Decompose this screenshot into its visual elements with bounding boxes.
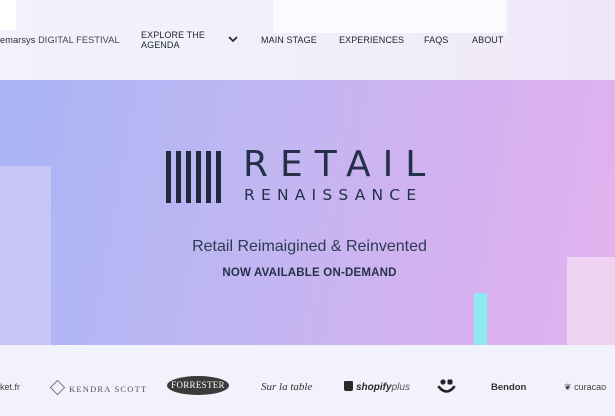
site-header: emarsys DIGITAL FESTIVAL EXPLORE THE AGE… <box>0 0 615 80</box>
logo-forrester: FORRESTER <box>167 376 229 395</box>
nav-about[interactable]: ABOUT <box>472 35 504 45</box>
shopify-plus-label: plus <box>391 382 410 393</box>
curacao-label: curacao <box>574 382 607 392</box>
kendra-diamond-icon <box>49 379 66 396</box>
nav-main-stage[interactable]: MAIN STAGE <box>261 35 317 45</box>
hero-title: RETAIL <box>243 144 438 185</box>
site-logo[interactable]: emarsys DIGITAL FESTIVAL <box>0 35 120 45</box>
chevron-down-icon[interactable] <box>228 35 238 43</box>
nav-faqs[interactable]: FAQS <box>424 35 448 45</box>
smile-logo-icon <box>437 379 456 393</box>
nav-explore-agenda[interactable]: EXPLORE THE AGENDA <box>141 30 211 50</box>
logo-ket: ket.fr <box>0 382 21 392</box>
shopify-bag-icon <box>344 381 353 391</box>
nav-experiences[interactable]: EXPERIENCES <box>339 35 404 45</box>
logo-event: DIGITAL FESTIVAL <box>35 35 120 45</box>
shopify-label: shopify <box>356 382 392 393</box>
decorative-bar-cyan <box>474 293 487 345</box>
logo-brand: emarsys <box>0 35 36 45</box>
barcode-logo-icon <box>166 151 221 203</box>
hero-tagline: Retail Reimaigined & Reinvented <box>192 238 427 255</box>
logo-kendra-scott: KENDRA SCOTT <box>49 379 148 396</box>
on-demand-label[interactable]: NOW AVAILABLE ON-DEMAND <box>0 267 615 279</box>
curacao-bird-icon: ❦ <box>564 382 572 392</box>
partner-logos-strip: ket.fr KENDRA SCOTT FORRESTER Sur la tab… <box>0 345 615 416</box>
logo-bendon: Bendon <box>491 382 527 393</box>
logo-sur-la-table: Sur la table <box>261 381 313 393</box>
header-banner-area <box>273 0 507 33</box>
logo-curacao: ❦ curacao <box>564 382 606 393</box>
logo-mark <box>0 0 16 30</box>
hero-subtitle: RENAISSANCE <box>244 186 423 204</box>
hero-banner: RETAIL RENAISSANCE Retail Reimaigined & … <box>0 80 615 345</box>
logo-shopify-plus: shopifyplus <box>344 381 410 393</box>
kendra-label: KENDRA SCOTT <box>69 384 148 394</box>
